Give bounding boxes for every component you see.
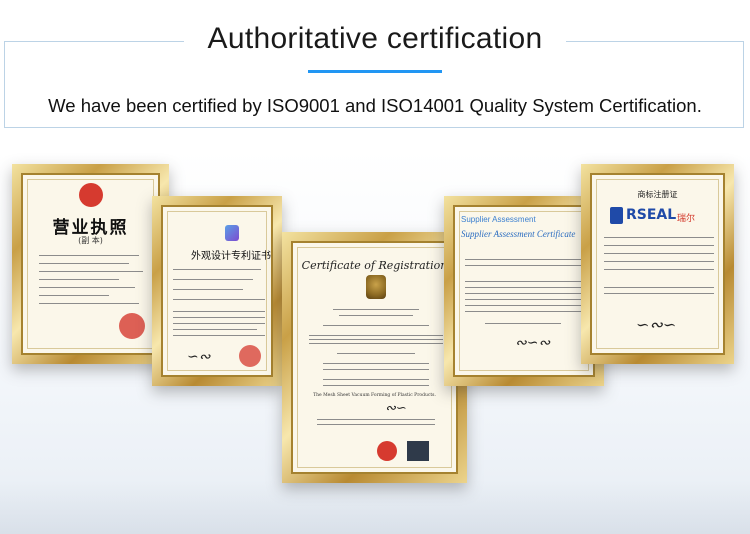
text-line bbox=[173, 329, 257, 330]
text-line bbox=[39, 271, 143, 272]
trademark-logo: RSEAL bbox=[626, 207, 677, 223]
business-license-certificate: 营业执照 (副 本) bbox=[12, 164, 169, 364]
iso-registration-certificate: Certificate of Registration The Mesh She… bbox=[282, 232, 467, 483]
text-line bbox=[604, 261, 714, 262]
text-line bbox=[173, 289, 243, 290]
supplier-assessment-certificate: Supplier Assessment Supplier Assessment … bbox=[444, 196, 604, 386]
brand-logo-icon bbox=[610, 207, 623, 224]
signature-icon: ∽∾ bbox=[187, 349, 211, 365]
certificate-title: 外观设计专利证书 bbox=[191, 251, 271, 262]
page-title: Authoritative certification bbox=[207, 22, 543, 55]
signature-icon: ∾∽∾ bbox=[515, 335, 551, 351]
text-line bbox=[604, 237, 714, 238]
trademark-logo-chinese: 瑞尔 bbox=[677, 214, 696, 224]
header-divider-left bbox=[4, 41, 184, 42]
text-line bbox=[465, 287, 581, 288]
text-line bbox=[465, 259, 581, 260]
title-underline-accent bbox=[308, 70, 442, 73]
text-line bbox=[323, 369, 429, 370]
certificate-paper: Supplier Assessment Supplier Assessment … bbox=[453, 205, 595, 377]
signature-icon: ∽∾∽ bbox=[636, 315, 677, 334]
text-line bbox=[39, 279, 119, 280]
crest-icon bbox=[366, 275, 386, 299]
text-line bbox=[465, 305, 581, 306]
certified-product: The Mesh Sheet Vacuum Forming of Plastic… bbox=[313, 393, 436, 398]
text-line bbox=[173, 323, 265, 324]
text-line bbox=[309, 343, 443, 344]
certificate-paper: 商标注册证 RSEAL 瑞尔 ∽∾∽ bbox=[590, 173, 725, 355]
text-line bbox=[323, 363, 429, 364]
text-line bbox=[465, 299, 581, 300]
certificate-paper: 外观设计专利证书 ∽∾ bbox=[161, 205, 273, 377]
official-seal-icon bbox=[239, 345, 261, 367]
certificate-title: 营业执照 bbox=[52, 218, 129, 238]
certificate-subtitle: (副 本) bbox=[78, 236, 103, 245]
text-line bbox=[339, 315, 413, 316]
text-line bbox=[465, 311, 581, 312]
text-line bbox=[173, 279, 253, 280]
text-line bbox=[604, 253, 714, 254]
text-line bbox=[465, 265, 581, 266]
certificate-paper: Certificate of Registration The Mesh She… bbox=[291, 241, 458, 474]
patent-office-logo-icon bbox=[225, 225, 239, 241]
wax-seal-icon bbox=[377, 441, 397, 461]
text-line bbox=[465, 293, 581, 294]
text-line bbox=[173, 317, 265, 318]
header-section: Authoritative certification We have been… bbox=[0, 0, 750, 150]
certificate-showcase: 营业执照 (副 本) 外观设计专利证书 ∽∾ Certificate of Re… bbox=[0, 150, 750, 534]
text-line bbox=[604, 287, 714, 288]
text-line bbox=[317, 424, 435, 425]
design-patent-certificate: 外观设计专利证书 ∽∾ bbox=[152, 196, 282, 386]
signature-icon: ∾∽ bbox=[385, 401, 407, 416]
text-line bbox=[604, 245, 714, 246]
text-line bbox=[39, 287, 135, 288]
accreditation-logo-icon bbox=[407, 441, 429, 461]
official-seal-icon bbox=[119, 313, 145, 339]
text-line bbox=[173, 269, 261, 270]
text-line bbox=[39, 295, 109, 296]
text-line bbox=[309, 339, 443, 340]
text-line bbox=[323, 385, 429, 386]
certification-statement: We have been certified by ISO9001 and IS… bbox=[48, 95, 702, 116]
text-line bbox=[317, 419, 435, 420]
trademark-registration-certificate: 商标注册证 RSEAL 瑞尔 ∽∾∽ bbox=[581, 164, 734, 364]
text-line bbox=[173, 299, 265, 300]
text-line bbox=[604, 293, 714, 294]
text-line bbox=[39, 263, 129, 264]
text-line bbox=[39, 303, 139, 304]
certificate-title: Supplier Assessment Certificate bbox=[461, 229, 576, 239]
floor-reflection bbox=[0, 480, 750, 534]
text-line bbox=[39, 255, 139, 256]
text-line bbox=[323, 379, 429, 380]
text-line bbox=[309, 335, 443, 336]
text-line bbox=[173, 335, 265, 336]
certificate-title: Certificate of Registration bbox=[301, 259, 448, 272]
text-line bbox=[323, 325, 429, 326]
assessor-brand: Supplier Assessment bbox=[461, 215, 536, 224]
text-line bbox=[465, 281, 581, 282]
text-line bbox=[337, 353, 415, 354]
text-line bbox=[604, 269, 714, 270]
text-line bbox=[485, 323, 561, 324]
certificate-paper: 营业执照 (副 本) bbox=[21, 173, 160, 355]
text-line bbox=[173, 311, 265, 312]
certificate-title: 商标注册证 bbox=[637, 190, 678, 199]
national-emblem-icon bbox=[79, 183, 103, 207]
header-divider-right bbox=[566, 41, 743, 42]
text-line bbox=[333, 309, 419, 310]
